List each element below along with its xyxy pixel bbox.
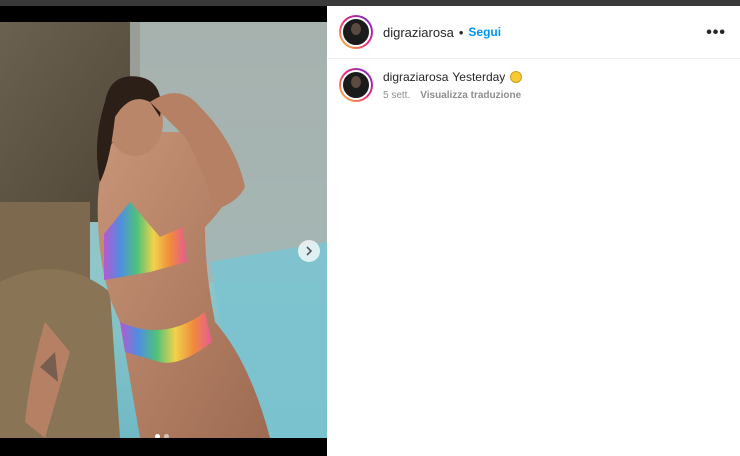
translate-button[interactable]: Visualizza traduzione: [420, 90, 521, 101]
carousel-dot-active: [155, 434, 160, 438]
caption-username[interactable]: digraziarosa: [383, 70, 448, 84]
follow-button[interactable]: Segui: [468, 25, 501, 39]
photo-illustration: [0, 22, 327, 438]
caption-meta: 5 sett. Visualizza traduzione: [383, 90, 522, 101]
carousel-next-button[interactable]: [298, 240, 320, 262]
carousel-dot: [164, 434, 169, 438]
avatar-image: [341, 17, 371, 47]
caption: digraziarosa Yesterday 5 sett. Visualizz…: [339, 66, 523, 102]
more-options-icon[interactable]: •••: [706, 24, 726, 42]
post-side-panel: digraziarosa • Segui ••• digraziarosa Ye…: [327, 6, 740, 456]
post-photo: [0, 22, 327, 438]
author-avatar[interactable]: [339, 15, 373, 49]
chevron-right-icon: [306, 246, 313, 256]
header-separator: •: [458, 24, 464, 40]
post-header: digraziarosa • Segui •••: [327, 6, 740, 59]
avatar-image: [341, 70, 371, 100]
caption-text: Yesterday: [452, 70, 506, 84]
author-username[interactable]: digraziarosa: [383, 25, 454, 40]
caption-body: digraziarosa Yesterday 5 sett. Visualizz…: [383, 70, 523, 102]
yellow-heart-emoji-icon: [510, 71, 523, 83]
post-time: 5 sett.: [383, 90, 411, 101]
caption-avatar[interactable]: [339, 68, 373, 102]
caption-line: digraziarosa Yesterday: [383, 70, 523, 84]
carousel-indicator: [155, 434, 169, 438]
post-modal: digraziarosa • Segui ••• digraziarosa Ye…: [0, 6, 740, 456]
